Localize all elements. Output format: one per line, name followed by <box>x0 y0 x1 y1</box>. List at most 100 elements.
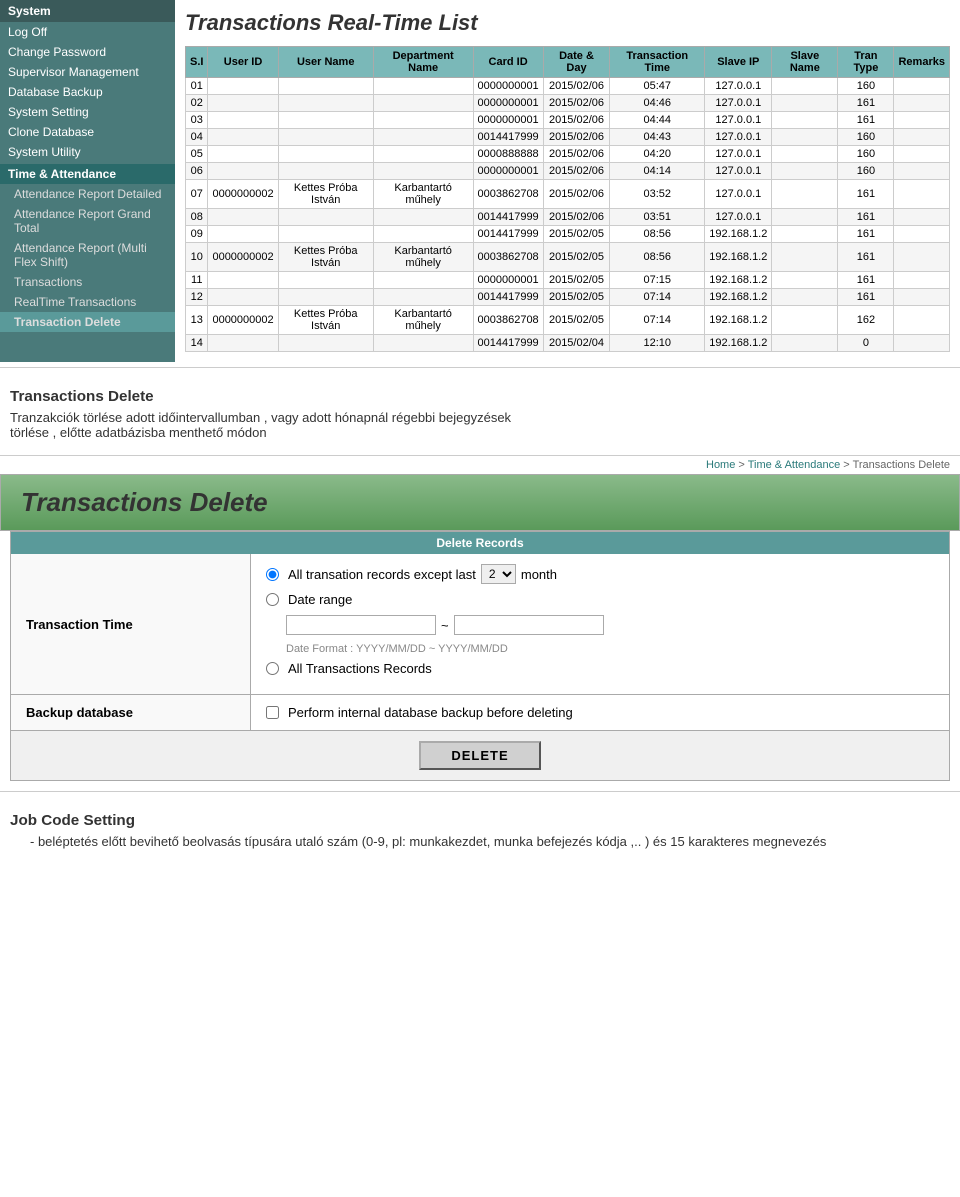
table-cell <box>894 146 950 163</box>
table-cell <box>772 163 838 180</box>
backup-checkbox[interactable] <box>266 706 279 719</box>
option1-row: All transation records except last 21345… <box>266 564 934 584</box>
table-cell <box>894 78 950 95</box>
sidebar-section-time-attendance: Time & Attendance <box>0 164 175 184</box>
table-cell: 07:14 <box>610 289 705 306</box>
option3-label[interactable]: All Transactions Records <box>266 661 432 676</box>
table-cell: 0003862708 <box>473 180 543 209</box>
table-cell: 2015/02/05 <box>543 289 610 306</box>
sidebar-item-attendance-grand[interactable]: Attendance Report Grand Total <box>0 204 175 238</box>
table-cell: 0000000001 <box>473 78 543 95</box>
table-cell <box>278 272 373 289</box>
backup-checkbox-text: Perform internal database backup before … <box>288 705 573 720</box>
table-cell <box>278 95 373 112</box>
option3-radio[interactable] <box>266 662 279 675</box>
sidebar-item-transactions[interactable]: Transactions <box>0 272 175 292</box>
table-cell: 12 <box>186 289 208 306</box>
transaction-time-controls: All transation records except last 21345… <box>251 554 949 694</box>
table-cell: Karbantartó műhely <box>373 243 473 272</box>
breadcrumb-current: Transactions Delete <box>853 459 950 471</box>
sidebar-item-clone-database[interactable]: Clone Database <box>0 122 175 142</box>
table-cell: 0000000001 <box>473 95 543 112</box>
sidebar-item-attendance-detailed[interactable]: Attendance Report Detailed <box>0 184 175 204</box>
table-cell: 08 <box>186 209 208 226</box>
option2-label[interactable]: Date range <box>266 592 352 607</box>
table-cell: 0000000002 <box>208 180 278 209</box>
table-cell: 160 <box>838 146 894 163</box>
sidebar-item-transaction-delete[interactable]: Transaction Delete <box>0 312 175 332</box>
table-row: 0500008888882015/02/0604:20127.0.0.1160 <box>186 146 950 163</box>
table-cell: 161 <box>838 209 894 226</box>
sidebar-item-database-backup[interactable]: Database Backup <box>0 82 175 102</box>
table-cell <box>208 335 278 352</box>
table-cell: 0014417999 <box>473 129 543 146</box>
table-cell: 0000000001 <box>473 272 543 289</box>
sidebar-item-attendance-multi[interactable]: Attendance Report (Multi Flex Shift) <box>0 238 175 272</box>
date-to-input[interactable] <box>454 615 604 635</box>
delete-button-row: DELETE <box>11 730 949 780</box>
option1-label[interactable]: All transation records except last 21345… <box>266 564 557 584</box>
option1-text: All transation records except last <box>288 567 476 582</box>
table-cell: 06 <box>186 163 208 180</box>
table-cell <box>208 209 278 226</box>
table-cell <box>772 243 838 272</box>
sidebar-item-change-password[interactable]: Change Password <box>0 42 175 62</box>
bottom-text-section: Job Code Setting beléptetés előtt bevihe… <box>0 797 960 864</box>
table-row: 0200000000012015/02/0604:46127.0.0.1161 <box>186 95 950 112</box>
table-cell: Kettes Próba István <box>278 306 373 335</box>
table-cell <box>278 335 373 352</box>
date-from-input[interactable] <box>286 615 436 635</box>
sidebar-item-realtime-transactions[interactable]: RealTime Transactions <box>0 292 175 312</box>
option2-radio[interactable] <box>266 593 279 606</box>
table-cell: 0014417999 <box>473 226 543 243</box>
table-cell: 07:14 <box>610 306 705 335</box>
col-username: User Name <box>278 47 373 78</box>
option3-row: All Transactions Records <box>266 661 934 676</box>
table-cell <box>894 272 950 289</box>
option1-month-select[interactable]: 213456 <box>481 564 516 584</box>
table-cell <box>208 226 278 243</box>
middle-desc-line1: Tranzakciók törlése adott időintervallum… <box>10 410 950 425</box>
table-cell: 2015/02/05 <box>543 306 610 335</box>
backup-checkbox-label[interactable]: Perform internal database backup before … <box>266 705 573 720</box>
table-cell <box>894 180 950 209</box>
table-row: 070000000002Kettes Próba IstvánKarbantar… <box>186 180 950 209</box>
table-cell <box>373 112 473 129</box>
table-cell: 2015/02/06 <box>543 146 610 163</box>
option1-radio[interactable] <box>266 568 279 581</box>
table-cell: 0 <box>838 335 894 352</box>
breadcrumb-home[interactable]: Home <box>706 459 735 471</box>
table-cell: Kettes Próba István <box>278 180 373 209</box>
sidebar-item-supervisor[interactable]: Supervisor Management <box>0 62 175 82</box>
breadcrumb-time-attendance[interactable]: Time & Attendance <box>748 459 841 471</box>
sidebar-item-system-utility[interactable]: System Utility <box>0 142 175 162</box>
table-cell: 0000000002 <box>208 243 278 272</box>
table-cell <box>894 163 950 180</box>
table-cell <box>208 272 278 289</box>
table-cell <box>278 112 373 129</box>
table-row: 0900144179992015/02/0508:56192.168.1.216… <box>186 226 950 243</box>
table-row: 1200144179992015/02/0507:14192.168.1.216… <box>186 289 950 306</box>
table-cell: 04:43 <box>610 129 705 146</box>
table-cell: 192.168.1.2 <box>705 306 772 335</box>
table-cell: 04:44 <box>610 112 705 129</box>
table-cell: 09 <box>186 226 208 243</box>
delete-button[interactable]: DELETE <box>419 741 540 770</box>
table-cell: 127.0.0.1 <box>705 112 772 129</box>
table-cell: Karbantartó műhely <box>373 180 473 209</box>
table-cell: 0003862708 <box>473 306 543 335</box>
table-cell: 07 <box>186 180 208 209</box>
table-cell: 0014417999 <box>473 335 543 352</box>
table-cell <box>894 289 950 306</box>
col-userid: User ID <box>208 47 278 78</box>
table-cell <box>894 306 950 335</box>
sidebar-item-system-setting[interactable]: System Setting <box>0 102 175 122</box>
table-cell: 03 <box>186 112 208 129</box>
col-slave-ip: Slave IP <box>705 47 772 78</box>
table-cell: 2015/02/06 <box>543 209 610 226</box>
table-row: 0300000000012015/02/0604:44127.0.0.1161 <box>186 112 950 129</box>
table-cell: 07:15 <box>610 272 705 289</box>
table-cell: 01 <box>186 78 208 95</box>
sidebar-item-logoff[interactable]: Log Off <box>0 22 175 42</box>
table-row: 0800144179992015/02/0603:51127.0.0.1161 <box>186 209 950 226</box>
